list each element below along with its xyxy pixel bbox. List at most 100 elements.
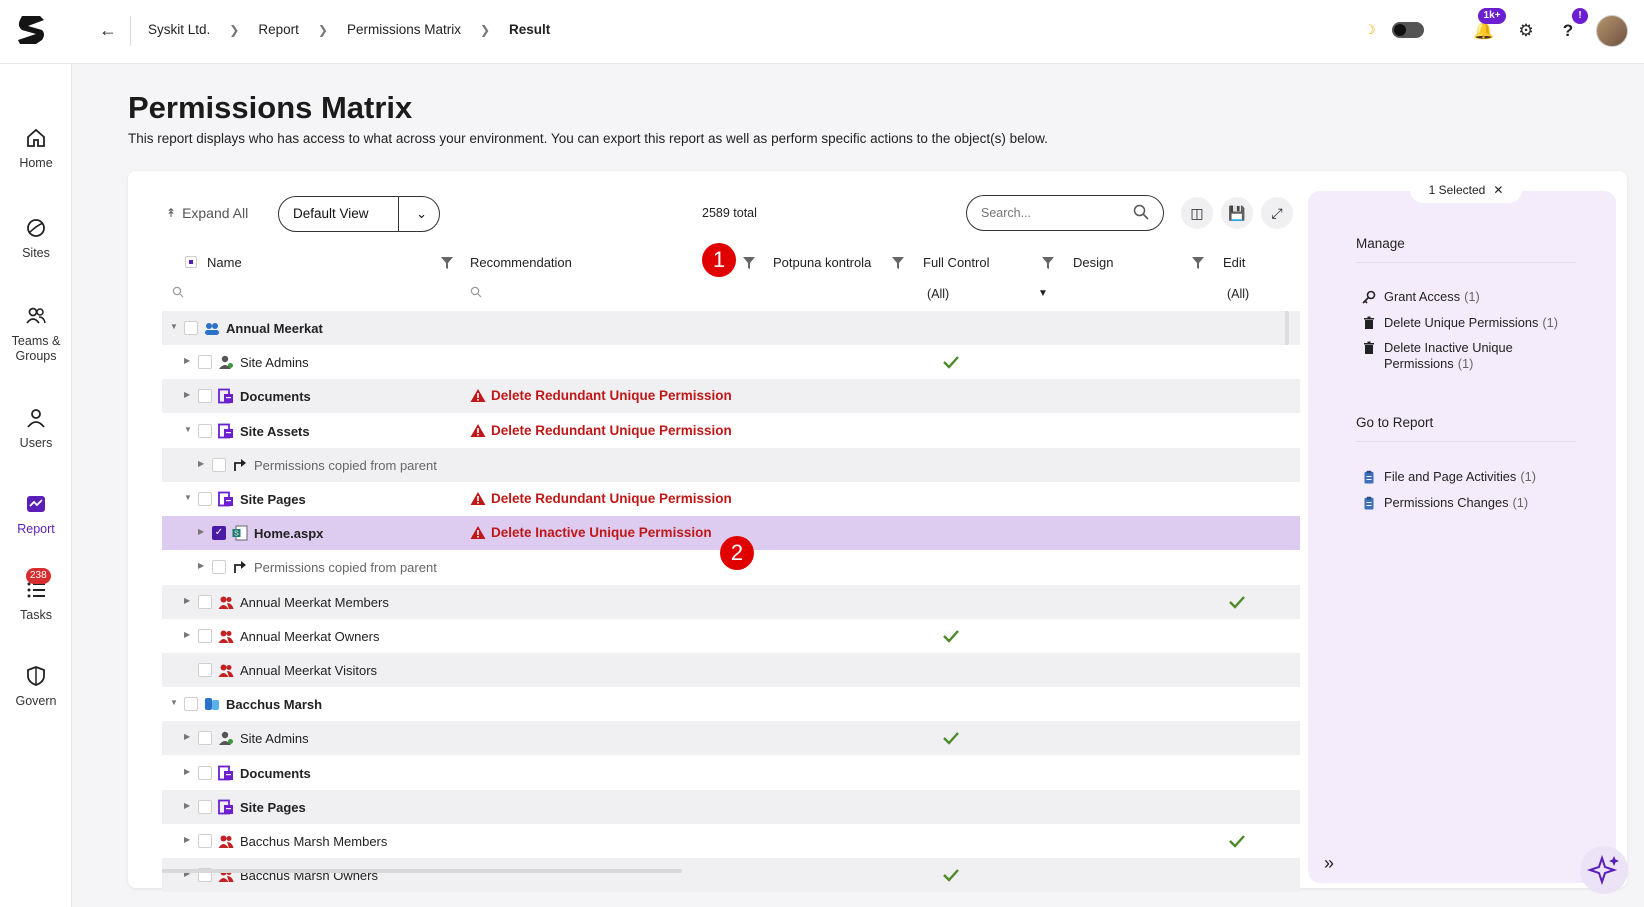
- table-row[interactable]: ▶ Permissions copied from parent: [162, 447, 1300, 482]
- column-header-full-control[interactable]: Full Control: [923, 255, 989, 270]
- vertical-scrollbar[interactable]: [1285, 311, 1289, 345]
- table-row[interactable]: ▶ Annual Meerkat Members: [162, 584, 1300, 619]
- row-checkbox[interactable]: [212, 560, 226, 575]
- row-name[interactable]: Bacchus Marsh Members: [240, 834, 387, 849]
- column-header-recommendation[interactable]: Recommendation: [470, 255, 572, 270]
- row-name[interactable]: Site Pages: [240, 492, 306, 507]
- export-button[interactable]: ◫: [1181, 197, 1213, 229]
- caret-right-icon[interactable]: ▶: [198, 527, 204, 536]
- syskit-logo-icon[interactable]: [14, 12, 50, 48]
- delete-unique-permissions-link[interactable]: Delete Unique Permissions (1): [1362, 315, 1558, 330]
- row-checkbox[interactable]: [198, 389, 212, 404]
- row-name[interactable]: Permissions copied from parent: [254, 458, 437, 473]
- row-checkbox[interactable]: [198, 628, 212, 643]
- recommendation-link[interactable]: Delete Redundant Unique Permission: [470, 491, 732, 506]
- gear-icon[interactable]: ⚙: [1514, 19, 1538, 43]
- close-icon[interactable]: ✕: [1493, 183, 1503, 197]
- row-checkbox[interactable]: [198, 355, 212, 370]
- table-row[interactable]: ▶ Documents Delete Redundant Unique Permis…: [162, 379, 1300, 414]
- search-box[interactable]: [966, 195, 1164, 231]
- row-checkbox[interactable]: [198, 731, 212, 746]
- table-row[interactable]: ▶ Site Admins: [162, 345, 1300, 379]
- row-name[interactable]: Site Assets: [240, 424, 310, 439]
- caret-down-icon[interactable]: ▼: [1038, 288, 1048, 299]
- caret-right-icon[interactable]: ▶: [184, 596, 190, 605]
- search-icon[interactable]: [172, 286, 184, 298]
- double-chevron-right-icon[interactable]: »: [1324, 853, 1334, 874]
- caret-right-icon[interactable]: ▶: [184, 356, 190, 365]
- filter-funnel-icon[interactable]: [891, 256, 905, 270]
- row-name[interactable]: Permissions copied from parent: [254, 560, 437, 575]
- caret-right-icon[interactable]: ▶: [184, 630, 190, 639]
- search-input[interactable]: [981, 196, 1131, 230]
- row-name[interactable]: Documents: [240, 389, 311, 404]
- filter-value-edit[interactable]: (All): [1227, 287, 1249, 301]
- nav-item-teams-groups[interactable]: Teams & Groups: [0, 304, 72, 364]
- nav-item-sites[interactable]: Sites: [0, 216, 72, 260]
- row-checkbox[interactable]: [198, 799, 212, 814]
- avatar[interactable]: [1596, 15, 1628, 47]
- permissions-changes-link[interactable]: Permissions Changes (1): [1362, 495, 1528, 510]
- row-checkbox[interactable]: [198, 492, 212, 506]
- recommendation-link[interactable]: Delete Inactive Unique Permission: [470, 525, 712, 540]
- column-header-name[interactable]: Name: [207, 255, 242, 270]
- row-checkbox[interactable]: [184, 321, 198, 335]
- row-name[interactable]: Annual Meerkat Owners: [240, 629, 379, 644]
- caret-right-icon[interactable]: ▶: [184, 767, 190, 776]
- view-select[interactable]: Default View ⌄: [278, 196, 440, 232]
- caret-down-icon[interactable]: ▼: [184, 493, 192, 502]
- row-name[interactable]: Site Admins: [240, 731, 309, 746]
- search-icon[interactable]: [1133, 204, 1149, 220]
- expand-all-button[interactable]: ↟ Expand All: [166, 205, 248, 221]
- breadcrumb-item-report[interactable]: Report: [258, 22, 299, 37]
- row-checkbox[interactable]: [198, 765, 212, 780]
- caret-right-icon[interactable]: ▶: [184, 390, 190, 399]
- row-checkbox[interactable]: [198, 663, 212, 677]
- grant-access-link[interactable]: Grant Access (1): [1362, 289, 1480, 304]
- fullscreen-button[interactable]: ⤢: [1261, 197, 1293, 229]
- save-view-button[interactable]: 💾: [1221, 197, 1253, 229]
- table-row[interactable]: ▶ Documents: [162, 756, 1300, 790]
- row-checkbox[interactable]: [198, 594, 212, 609]
- caret-right-icon[interactable]: ▶: [184, 732, 190, 741]
- recommendation-link[interactable]: Delete Redundant Unique Permission: [470, 388, 732, 403]
- nav-item-report[interactable]: Report: [0, 492, 72, 536]
- back-arrow-icon[interactable]: ←: [98, 20, 118, 40]
- nav-item-users[interactable]: Users: [0, 406, 72, 450]
- table-row[interactable]: ▼ Site Assets Delete Redundant Unique Perm…: [162, 414, 1300, 448]
- row-name[interactable]: Home.aspx: [254, 526, 323, 541]
- table-row[interactable]: ▶ Bacchus Marsh Owners: [162, 858, 1300, 893]
- nav-item-govern[interactable]: Govern: [0, 664, 72, 708]
- row-name[interactable]: Bacchus Marsh: [226, 697, 322, 712]
- ai-assistant-button[interactable]: [1580, 846, 1628, 894]
- row-name[interactable]: Documents: [240, 766, 311, 781]
- row-checkbox[interactable]: ✓: [212, 526, 226, 541]
- breadcrumb-item-company[interactable]: Syskit Ltd.: [148, 22, 210, 37]
- filter-funnel-icon[interactable]: [1191, 256, 1205, 270]
- caret-right-icon[interactable]: ▶: [184, 835, 190, 844]
- filter-funnel-icon[interactable]: [440, 256, 454, 270]
- chevron-down-icon[interactable]: ⌄: [416, 197, 427, 231]
- filter-funnel-icon[interactable]: [1041, 256, 1055, 270]
- caret-right-icon[interactable]: ▶: [198, 561, 204, 570]
- table-row[interactable]: ▼ Annual Meerkat: [162, 311, 1300, 345]
- file-and-page-activities-link[interactable]: File and Page Activities (1): [1362, 469, 1536, 484]
- nav-item-tasks[interactable]: 238 Tasks: [0, 568, 72, 622]
- search-icon[interactable]: [470, 286, 482, 298]
- table-row[interactable]: ▶ Bacchus Marsh Members: [162, 824, 1300, 858]
- caret-down-icon[interactable]: ▼: [170, 698, 178, 707]
- table-row[interactable]: ▶ Site Pages: [162, 789, 1300, 824]
- select-all-checkbox[interactable]: [185, 256, 197, 268]
- caret-down-icon[interactable]: ▼: [184, 425, 192, 434]
- breadcrumb-item-permissions-matrix[interactable]: Permissions Matrix: [347, 22, 461, 37]
- caret-right-icon[interactable]: ▶: [198, 459, 204, 468]
- row-checkbox[interactable]: [198, 834, 212, 848]
- row-name[interactable]: Site Admins: [240, 355, 309, 370]
- row-checkbox[interactable]: [212, 457, 226, 472]
- caret-right-icon[interactable]: ▶: [184, 801, 190, 810]
- table-row[interactable]: ▼ Site Pages Delete Redundant Unique Permi…: [162, 482, 1300, 516]
- dark-mode-toggle[interactable]: [1392, 22, 1424, 38]
- table-row[interactable]: ▼ Bacchus Marsh: [162, 687, 1300, 721]
- column-header-potpuna-kontrola[interactable]: Potpuna kontrola: [773, 255, 871, 270]
- table-row[interactable]: Annual Meerkat Visitors: [162, 653, 1300, 687]
